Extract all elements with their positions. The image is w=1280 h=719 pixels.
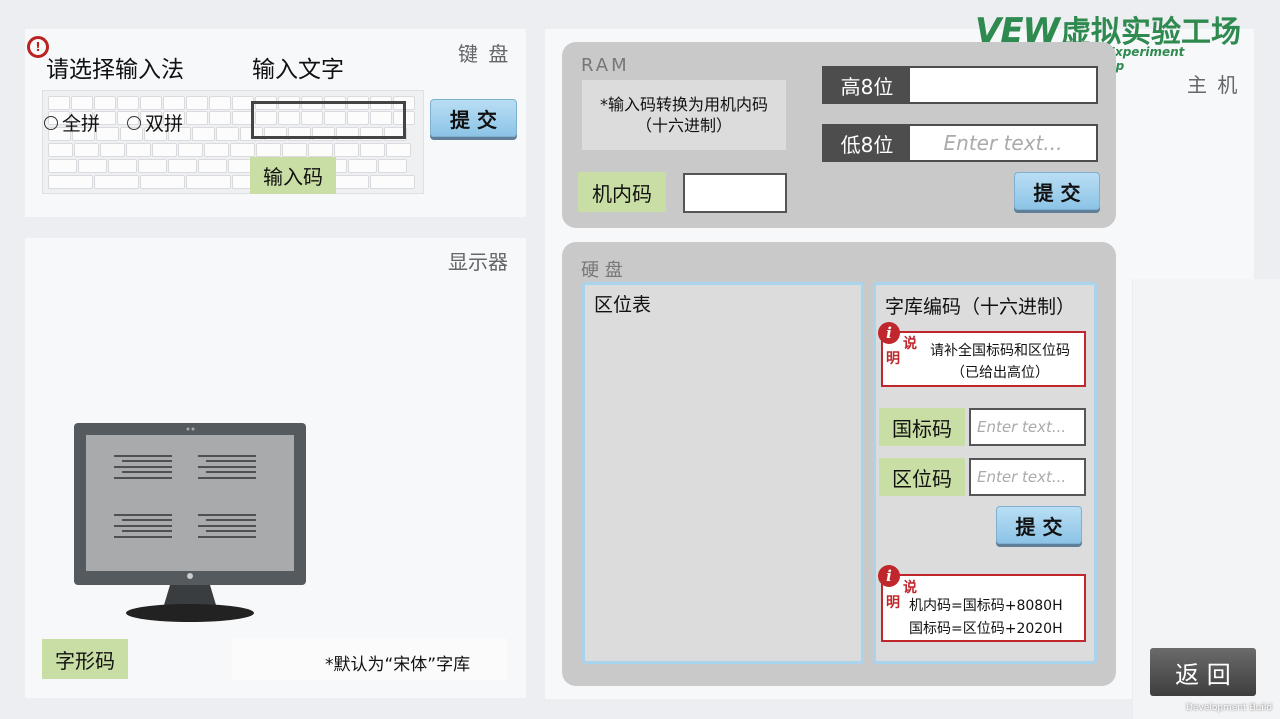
note-char-shuo: 说 [903, 336, 917, 352]
internal-code-label: 机内码 [578, 172, 666, 212]
zone-code-input[interactable]: Enter text... [969, 458, 1086, 496]
display-panel-title: 显示器 [448, 250, 508, 274]
info-icon: i [878, 565, 900, 587]
note-char-ming: 明 [886, 351, 900, 367]
disk-title: 硬 盘 [581, 260, 623, 281]
zone-code-label: 区位码 [879, 458, 965, 496]
keyboard-key [117, 96, 139, 110]
keyboard-key [334, 143, 359, 157]
keyboard-key [74, 143, 99, 157]
keyboard-key [94, 96, 116, 110]
radio-circle-icon [127, 115, 141, 130]
ram-submit-button[interactable]: 提 交 [1014, 172, 1100, 210]
host-panel-title: 主 机 [1187, 73, 1240, 97]
keyboard-key [256, 143, 281, 157]
keyboard-submit-button[interactable]: 提 交 [430, 99, 517, 137]
keyboard-key [48, 143, 73, 157]
note-char-shuo: 说 [903, 580, 917, 596]
input-text-field[interactable] [251, 101, 406, 139]
keyboard-key [186, 96, 208, 110]
zone-table[interactable] [582, 282, 864, 664]
keyboard-key [138, 159, 167, 173]
note-line-2: 国标码=区位码+2020H [909, 621, 1063, 637]
keyboard-key [378, 159, 407, 173]
high8-label: 高8位 [822, 66, 912, 104]
keyboard-key [216, 127, 239, 141]
keyboard-key [48, 175, 93, 189]
keyboard-key [48, 159, 77, 173]
keyboard-key [360, 143, 385, 157]
keyboard-key [168, 159, 197, 173]
info-icon: i [878, 322, 900, 344]
low8-label: 低8位 [822, 124, 912, 162]
keyboard-key [186, 175, 231, 189]
disk-submit-button[interactable]: 提 交 [996, 506, 1082, 544]
radio-quanpin-label: 全拼 [62, 113, 101, 135]
radio-shuangpin[interactable]: 双拼 [127, 109, 183, 136]
build-text: Development Build [1186, 703, 1273, 713]
keyboard-key [348, 159, 377, 173]
keyboard-key [94, 175, 139, 189]
keyboard-key [192, 127, 215, 141]
keyboard-panel-title: 键 盘 [458, 42, 511, 66]
low8-input[interactable]: Enter text... [908, 124, 1098, 162]
default-font-note: *默认为“宋体”字库 [325, 655, 471, 675]
keyboard-key [71, 96, 93, 110]
note-char-ming: 明 [886, 595, 900, 611]
monitor-icon [74, 423, 306, 622]
font-code-title: 字库编码（十六进制） [885, 296, 1076, 318]
high8-input[interactable] [908, 66, 1098, 104]
ram-hint: *输入码转换为用机内码 （十六进制） [599, 95, 768, 135]
keyboard-key [126, 143, 151, 157]
glyph-code-label: 字形码 [42, 639, 128, 679]
back-button[interactable]: 返 回 [1150, 648, 1256, 696]
note-text-1: 请补全国标码和区位码 （已给出高位） [930, 343, 1070, 381]
keyboard-key [140, 175, 185, 189]
keyboard-key [282, 143, 307, 157]
keyboard-key [198, 159, 227, 173]
keyboard-key [386, 143, 411, 157]
keyboard-key [204, 143, 229, 157]
keyboard-key [209, 111, 231, 125]
radio-quanpin[interactable]: 全拼 [44, 109, 100, 136]
keyboard-key [163, 96, 185, 110]
input-text-label: 输入文字 [252, 57, 344, 83]
keyboard-key [100, 143, 125, 157]
keyboard-key [152, 143, 177, 157]
note-line-1: 机内码=国标码+8080H [909, 598, 1063, 614]
keyboard-key [370, 175, 415, 189]
keyboard-key [186, 111, 208, 125]
ram-title: RAM [581, 55, 630, 76]
keyboard-key [48, 96, 70, 110]
keyboard-key [308, 143, 333, 157]
internal-code-input[interactable] [683, 173, 787, 213]
select-input-method-heading: 请选择输入法 [46, 57, 184, 83]
keyboard-key [108, 159, 137, 173]
keyboard-key [78, 159, 107, 173]
radio-shuangpin-label: 双拼 [145, 113, 184, 135]
radio-circle-icon [44, 115, 58, 130]
keyboard-key [178, 143, 203, 157]
gb-code-label: 国标码 [879, 408, 965, 446]
keyboard-key [209, 96, 231, 110]
zone-table-title: 区位表 [594, 294, 652, 316]
keyboard-key [140, 96, 162, 110]
keyboard-key [230, 143, 255, 157]
input-code-label: 输入码 [250, 157, 336, 194]
gb-code-input[interactable]: Enter text... [969, 408, 1086, 446]
